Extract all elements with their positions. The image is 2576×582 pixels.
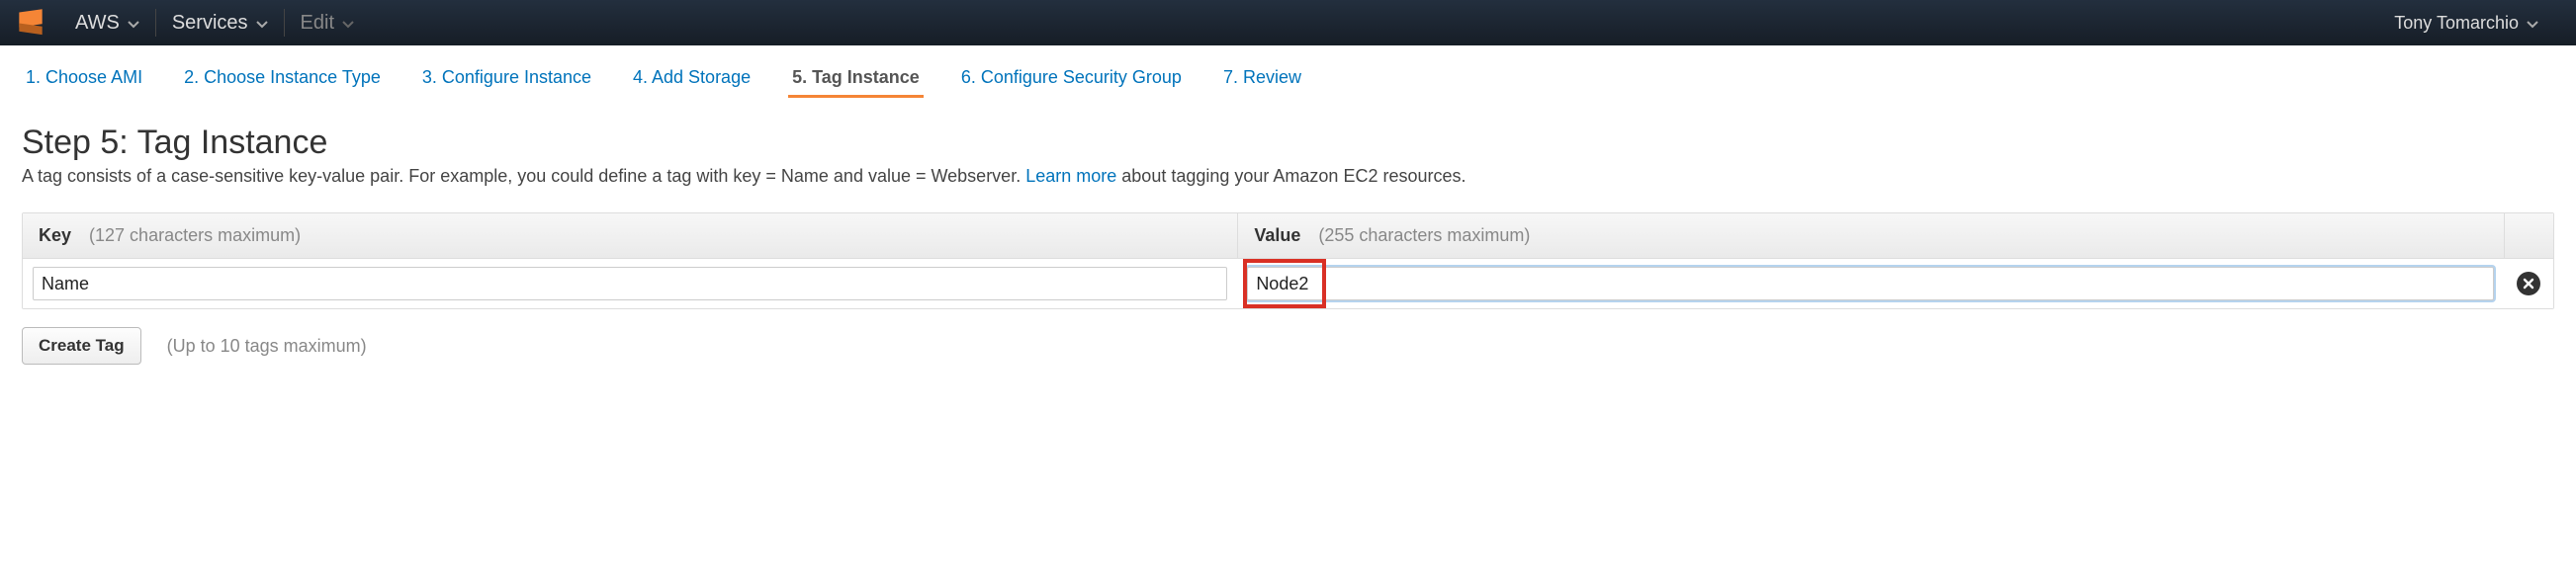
main-content: Step 5: Tag Instance A tag consists of a… bbox=[0, 106, 2576, 386]
tag-value-input[interactable] bbox=[1247, 267, 2494, 300]
wizard-step-configure-security-group[interactable]: 6. Configure Security Group bbox=[957, 59, 1186, 98]
wizard-step-add-storage[interactable]: 4. Add Storage bbox=[629, 59, 755, 98]
navbar-right: Tony Tomarchio bbox=[2380, 0, 2562, 45]
nav-separator bbox=[155, 9, 156, 37]
header-key-label: Key bbox=[39, 225, 71, 246]
nav-aws-label: AWS bbox=[75, 12, 120, 35]
nav-user-name: Tony Tomarchio bbox=[2394, 13, 2519, 34]
page-description: A tag consists of a case-sensitive key-v… bbox=[22, 166, 2554, 187]
header-delete-col bbox=[2504, 213, 2553, 258]
tag-key-cell bbox=[23, 261, 1237, 306]
chevron-down-icon bbox=[342, 12, 354, 35]
wizard-step-choose-instance-type[interactable]: 2. Choose Instance Type bbox=[180, 59, 385, 98]
wizard-step-choose-ami[interactable]: 1. Choose AMI bbox=[22, 59, 146, 98]
nav-aws-menu[interactable]: AWS bbox=[61, 0, 153, 45]
tag-value-wrapper bbox=[1247, 267, 2494, 300]
wizard-step-tag-instance[interactable]: 5. Tag Instance bbox=[788, 59, 924, 98]
wizard-step-configure-instance[interactable]: 3. Configure Instance bbox=[418, 59, 595, 98]
header-value-col: Value (255 characters maximum) bbox=[1237, 213, 2504, 258]
create-tag-button[interactable]: Create Tag bbox=[22, 327, 141, 365]
header-value-label: Value bbox=[1254, 225, 1300, 246]
tag-table-header: Key (127 characters maximum) Value (255 … bbox=[23, 213, 2553, 259]
tag-limit-note: (Up to 10 tags maximum) bbox=[167, 336, 367, 357]
delete-tag-button[interactable] bbox=[2517, 272, 2540, 295]
tag-value-cell bbox=[1237, 261, 2504, 306]
nav-services-menu[interactable]: Services bbox=[158, 0, 282, 45]
aws-logo-icon[interactable] bbox=[14, 6, 47, 40]
top-navbar: AWS Services Edit Tony Tomarchio bbox=[0, 0, 2576, 45]
tag-footer: Create Tag (Up to 10 tags maximum) bbox=[22, 327, 2554, 365]
close-icon bbox=[2523, 274, 2534, 294]
tag-delete-cell bbox=[2504, 266, 2553, 301]
chevron-down-icon bbox=[256, 12, 268, 35]
learn-more-link[interactable]: Learn more bbox=[1025, 166, 1116, 186]
chevron-down-icon bbox=[2527, 13, 2538, 34]
nav-edit-label: Edit bbox=[301, 12, 334, 35]
nav-separator bbox=[284, 9, 285, 37]
tag-key-input[interactable] bbox=[33, 267, 1227, 300]
wizard-step-review[interactable]: 7. Review bbox=[1219, 59, 1305, 98]
page-title: Step 5: Tag Instance bbox=[22, 124, 2554, 162]
desc-prefix: A tag consists of a case-sensitive key-v… bbox=[22, 166, 1025, 186]
header-key-note: (127 characters maximum) bbox=[89, 225, 301, 246]
tag-table: Key (127 characters maximum) Value (255 … bbox=[22, 212, 2554, 309]
header-key-col: Key (127 characters maximum) bbox=[23, 225, 1237, 246]
tag-row bbox=[23, 259, 2553, 308]
nav-edit-menu[interactable]: Edit bbox=[287, 0, 368, 45]
chevron-down-icon bbox=[128, 12, 139, 35]
wizard-steps: 1. Choose AMI 2. Choose Instance Type 3.… bbox=[0, 45, 2576, 106]
desc-suffix: about tagging your Amazon EC2 resources. bbox=[1121, 166, 1466, 186]
header-value-note: (255 characters maximum) bbox=[1318, 225, 1530, 246]
navbar-left: AWS Services Edit bbox=[14, 0, 368, 45]
nav-user-menu[interactable]: Tony Tomarchio bbox=[2380, 0, 2552, 45]
nav-services-label: Services bbox=[172, 12, 248, 35]
